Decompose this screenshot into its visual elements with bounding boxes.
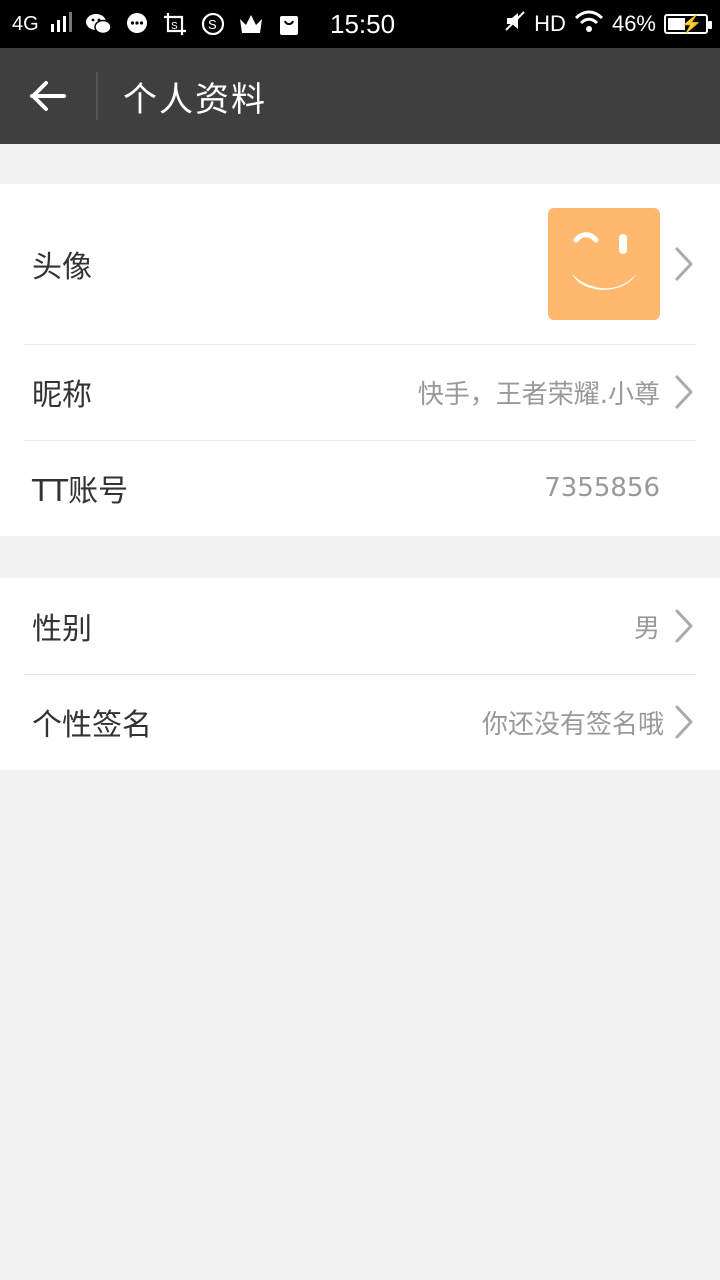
account-row: TT账号 7355856 bbox=[0, 440, 720, 536]
gender-row[interactable]: 性别 男 bbox=[0, 578, 720, 674]
svg-text:S: S bbox=[208, 17, 217, 32]
page-title: 个人资料 bbox=[123, 79, 267, 120]
svg-text:S: S bbox=[171, 21, 178, 32]
hd-label: HD bbox=[534, 11, 566, 36]
nickname-value: 快手，王者荣耀.小尊 bbox=[417, 379, 660, 410]
gender-value: 男 bbox=[633, 613, 660, 644]
chevron-right-icon bbox=[674, 247, 694, 281]
back-button[interactable] bbox=[0, 48, 96, 144]
appbar-divider bbox=[96, 72, 98, 120]
signature-label: 个性签名 bbox=[32, 708, 152, 743]
chevron-right-icon bbox=[674, 609, 694, 643]
app-bar: 个人资料 bbox=[0, 48, 720, 144]
mute-icon bbox=[504, 10, 526, 38]
signature-value: 你还没有签名哦 bbox=[481, 709, 664, 740]
status-left: 4G S S bbox=[12, 10, 504, 38]
wifi-icon bbox=[574, 10, 604, 38]
network-type: 4G bbox=[12, 12, 39, 35]
sogou-icon: S bbox=[199, 10, 227, 38]
avatar-row[interactable]: 头像 bbox=[0, 184, 720, 344]
screenshot-icon: S bbox=[161, 10, 189, 38]
signal-icon bbox=[49, 12, 75, 36]
back-arrow-icon bbox=[30, 81, 66, 111]
battery-percent: 46% bbox=[611, 11, 656, 36]
details-section: 性别 男 个性签名 你还没有签名哦 bbox=[0, 578, 720, 770]
clock: 15:50 bbox=[330, 8, 396, 39]
avatar[interactable] bbox=[548, 208, 660, 320]
account-label: TT账号 bbox=[32, 474, 129, 509]
wechat-icon bbox=[85, 10, 113, 38]
nickname-row[interactable]: 昵称 快手，王者荣耀.小尊 bbox=[0, 344, 720, 440]
nickname-label: 昵称 bbox=[32, 378, 92, 413]
status-right: HD 46% ⚡ bbox=[504, 10, 712, 38]
battery-icon: ⚡ bbox=[664, 14, 712, 34]
avatar-label: 头像 bbox=[32, 250, 92, 285]
chevron-right-icon bbox=[674, 375, 694, 409]
gender-label: 性别 bbox=[32, 612, 92, 647]
signature-row[interactable]: 个性签名 你还没有签名哦 bbox=[0, 674, 720, 770]
profile-section: 头像 昵称 快手，王者荣耀.小尊 TT账号 7355856 bbox=[0, 184, 720, 536]
wink-face-icon bbox=[572, 232, 636, 290]
status-bar: 4G S S 15:50 HD 46% ⚡ bbox=[0, 0, 720, 48]
account-value: 7355856 bbox=[544, 473, 660, 503]
shopping-bag-icon bbox=[275, 10, 303, 38]
crown-icon bbox=[237, 10, 265, 38]
chevron-right-icon bbox=[674, 705, 694, 739]
message-icon bbox=[123, 10, 151, 38]
